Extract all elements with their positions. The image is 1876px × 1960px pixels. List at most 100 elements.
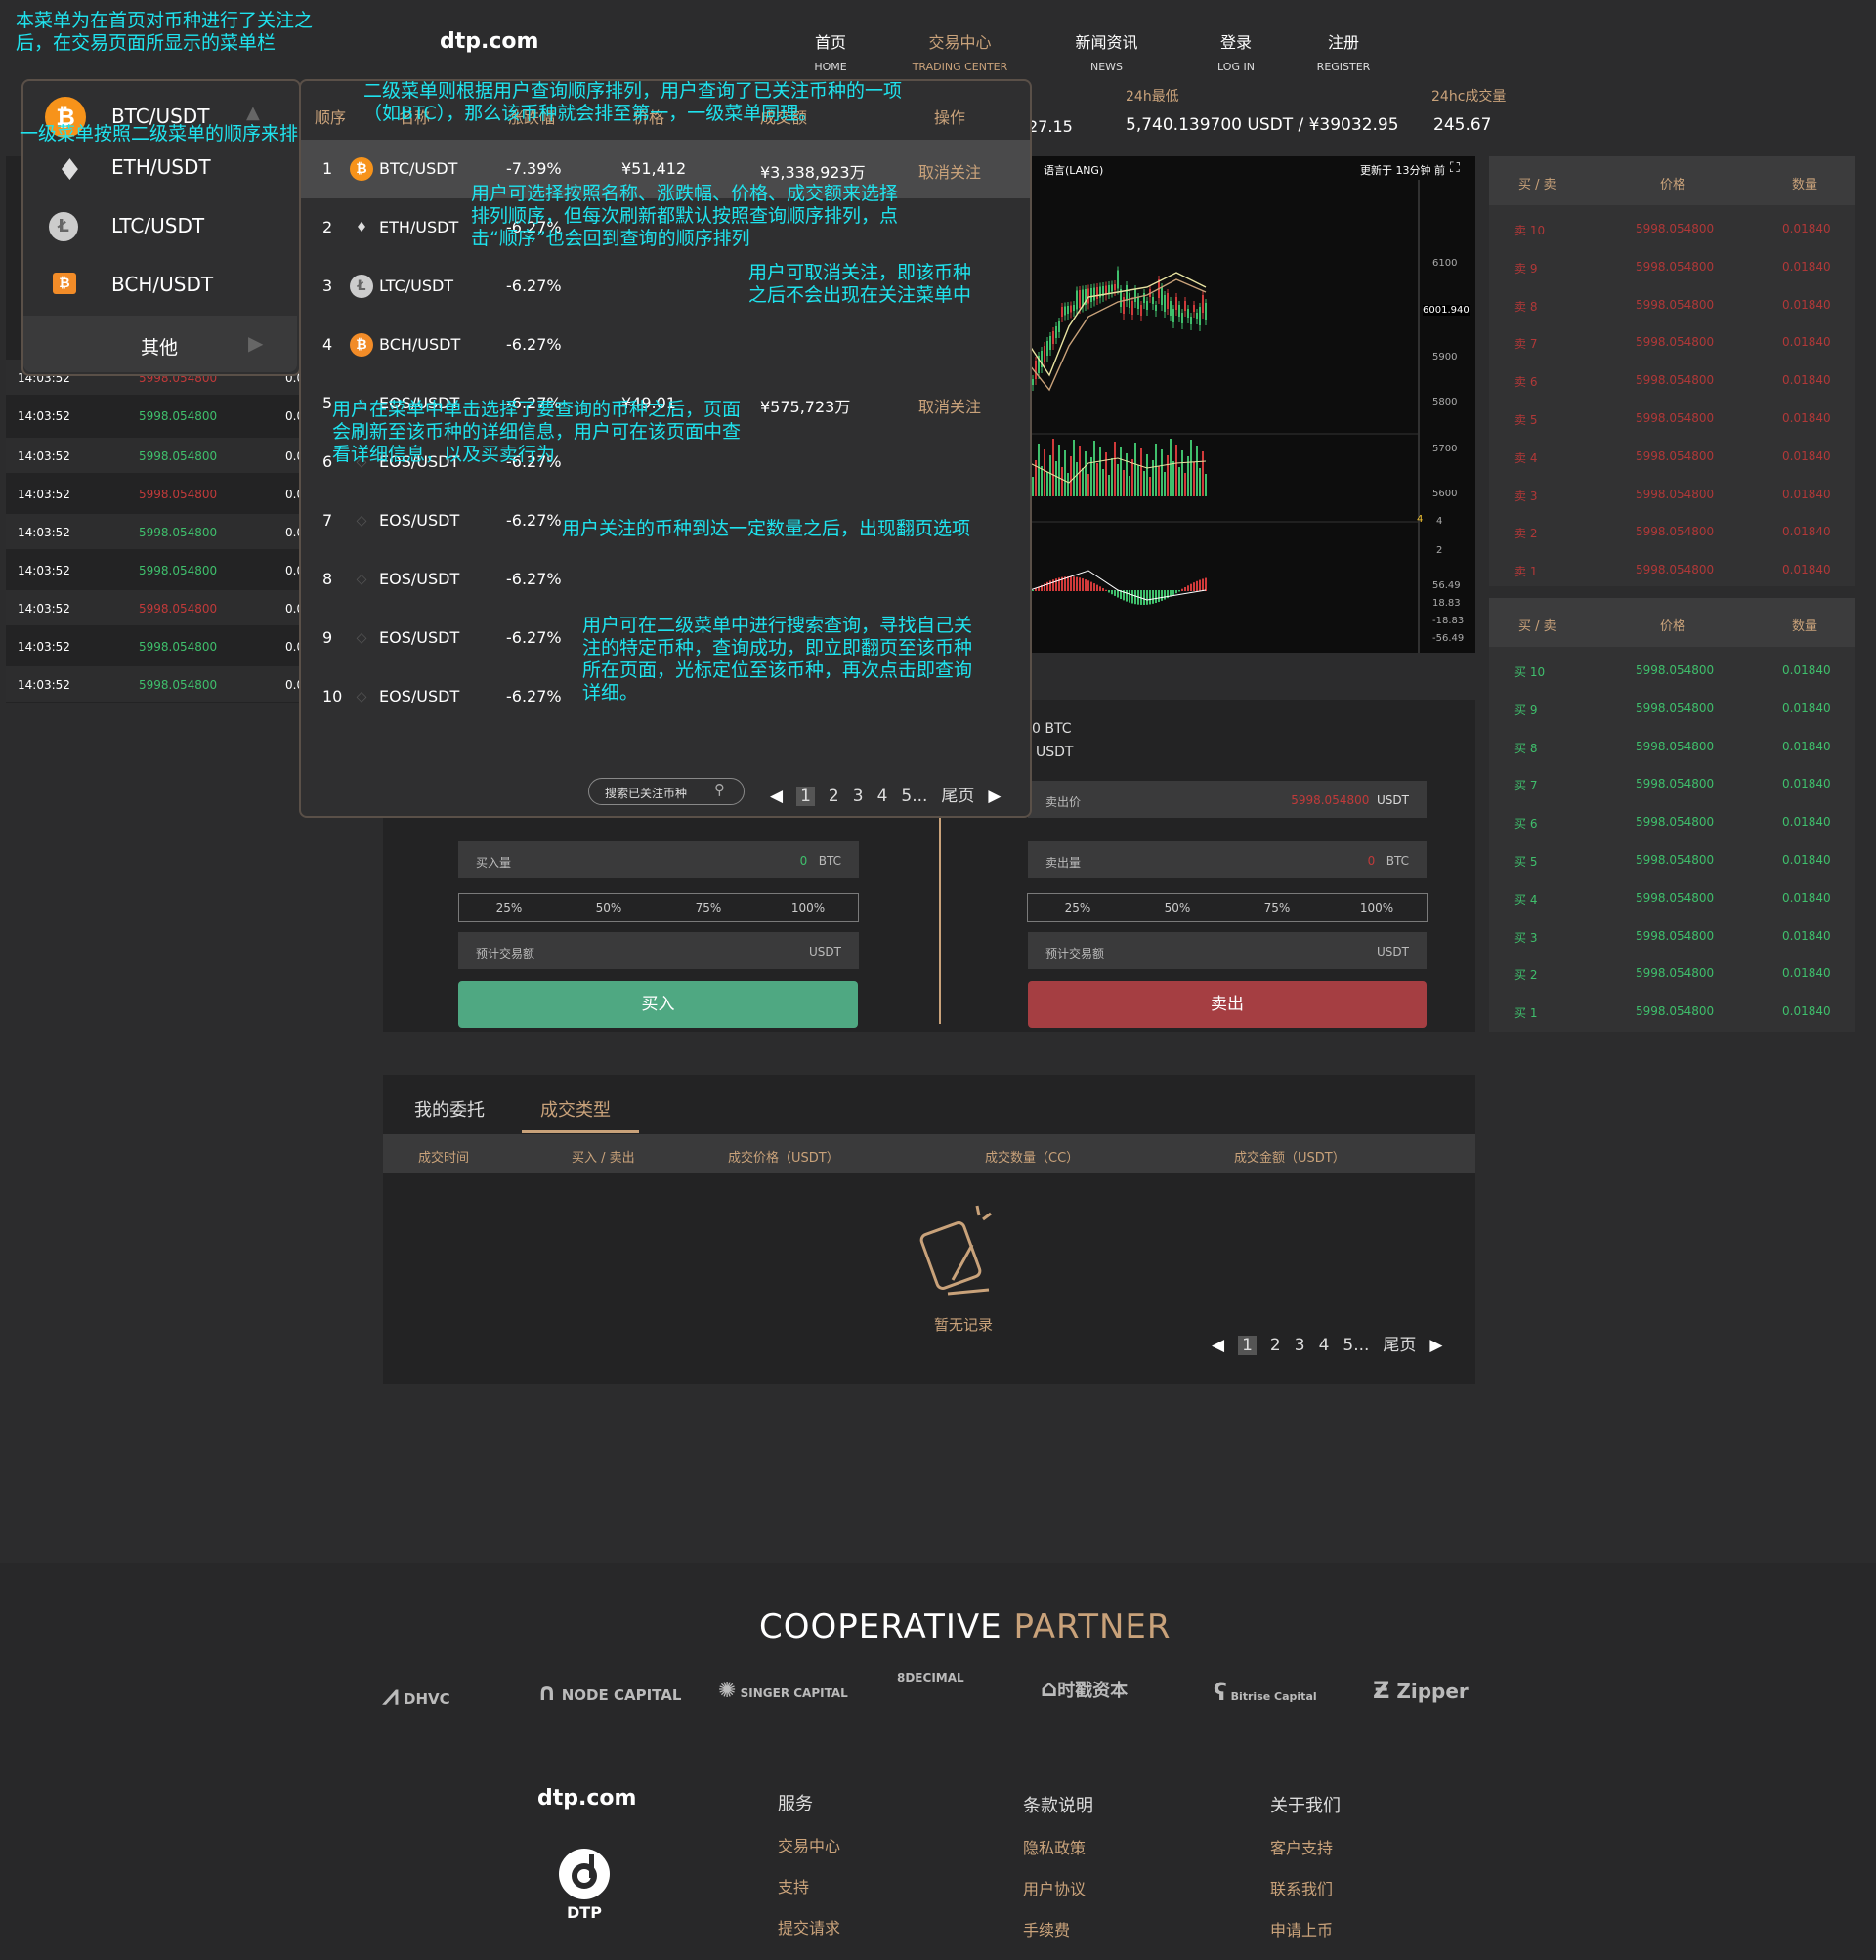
pager-prev-icon[interactable]: ◀ [1212,1336,1224,1355]
pager-next-icon[interactable]: ▶ [1429,1336,1442,1355]
collapse-arrow-icon[interactable]: ▲ [246,103,260,123]
sell-button[interactable]: 卖出 [1028,981,1427,1028]
m2-prev-icon[interactable]: ◀ [770,787,783,806]
orderbook-row[interactable]: 卖 5 5998.054800 0.01840 [1489,398,1855,435]
orderbook-row[interactable]: 卖 2 5998.054800 0.01840 [1489,511,1855,548]
unfollow-link[interactable]: 取消关注 [918,394,981,417]
footer-logo[interactable]: dtp.com [537,1786,636,1811]
buy-pct-100[interactable]: 100% [758,894,858,921]
partner-timestamp[interactable]: ⌂时戳资本 [1041,1675,1128,1702]
partner-zipper[interactable]: Ƶ Zipper [1373,1677,1469,1704]
sell-pct-50[interactable]: 50% [1128,894,1227,921]
buy-pct-25[interactable]: 25% [459,894,559,921]
footer-link-customer[interactable]: 客户支持 [1270,1835,1341,1858]
pager-page-1[interactable]: 1 [1238,1336,1257,1355]
sell-estimate-field[interactable]: 预计交易额 USDT [1028,932,1427,969]
partner-singer[interactable]: ✺ SINGER CAPITAL [718,1679,848,1703]
orderbook-row[interactable]: 买 3 5998.054800 0.01840 [1489,916,1855,953]
unfollow-link[interactable]: 取消关注 [918,159,981,183]
footer-link-privacy[interactable]: 隐私政策 [1023,1835,1093,1858]
volume-bar [1170,439,1172,496]
trade-row: 14:03:52 5998.054800 0.0 [6,438,304,473]
partner-node[interactable]: ∩ NODE CAPITAL [537,1679,681,1706]
sell-amount-field[interactable]: 卖出量 0 BTC [1028,841,1427,878]
orderbook-row[interactable]: 卖 4 5998.054800 0.01840 [1489,436,1855,473]
orderbook-row[interactable]: 买 6 5998.054800 0.01840 [1489,801,1855,838]
tab-trade-type[interactable]: 成交类型 [540,1096,611,1122]
m2-page-1[interactable]: 1 [796,787,815,806]
m2-page-2[interactable]: 2 [829,787,839,806]
footer-link-agreement[interactable]: 用户协议 [1023,1876,1093,1899]
followed-search-input[interactable]: 搜索已关注币种 ⚲ [588,778,745,805]
partner-dhvc[interactable]: ⩘ DHVC [383,1679,450,1712]
pager-page-3[interactable]: 3 [1295,1336,1305,1355]
nav-register[interactable]: 注册 REGISTER [1304,29,1383,73]
m2-page-4[interactable]: 4 [877,787,888,806]
orderbook-row[interactable]: 卖 10 5998.054800 0.01840 [1489,208,1855,245]
m2-page-3[interactable]: 3 [853,787,864,806]
m2-h-order[interactable]: 顺序 [315,105,346,128]
orderbook-row[interactable]: 卖 1 5998.054800 0.01840 [1489,549,1855,586]
orderbook-row[interactable]: 买 8 5998.054800 0.01840 [1489,726,1855,763]
footer-link-contact[interactable]: 联系我们 [1270,1876,1341,1899]
footer-link-trading[interactable]: 交易中心 [778,1833,840,1856]
pager-page-2[interactable]: 2 [1270,1336,1281,1355]
menu1-other[interactable]: 其他 ▶ [23,316,297,372]
pager-last[interactable]: 尾页 [1383,1336,1416,1355]
buy-pct-75[interactable]: 75% [659,894,758,921]
candle [1105,285,1107,295]
nav-news[interactable]: 新闻资讯 NEWS [1065,29,1148,73]
nav-login[interactable]: 登录 LOG IN [1197,29,1275,73]
buy-pct-50[interactable]: 50% [559,894,659,921]
m2-next-icon[interactable]: ▶ [988,787,1001,806]
pager-page-5[interactable]: 5... [1343,1336,1369,1355]
sell-pct-75[interactable]: 75% [1227,894,1327,921]
header-logo[interactable]: dtp.com [440,29,538,54]
partner-bitrise[interactable]: ʕ Bitrise Capital [1214,1679,1317,1706]
partner-8decimal[interactable]: 8DECIMAL [897,1671,964,1684]
expand-arrow-icon[interactable]: ▶ [248,331,263,355]
nav-trading-center[interactable]: 交易中心 TRADING CENTER [899,29,1021,73]
followed-coin-row[interactable]: 4 ₿ BCH/USDT -6.27% [301,316,1030,374]
orderbook-row[interactable]: 卖 6 5998.054800 0.01840 [1489,360,1855,397]
orderbook-row[interactable]: 买 7 5998.054800 0.01840 [1489,763,1855,800]
menu1-label-eth: ETH/USDT [111,155,211,179]
sell-pct-25[interactable]: 25% [1028,894,1128,921]
chart-lang[interactable]: 语言(LANG) [1044,162,1103,178]
followed-coin-row[interactable]: 8 ◇ EOS/USDT -6.27% [301,550,1030,609]
fullscreen-icon[interactable]: ⛶ [1450,160,1460,176]
footer-link-support[interactable]: 支持 [778,1874,840,1897]
kline-chart[interactable]: 语言(LANG) 更新于 13分钟 前 ⛶ 6100 6001.940 5900 58… [1030,156,1475,653]
orderbook-row[interactable]: 卖 3 5998.054800 0.01840 [1489,474,1855,511]
menu1-item-eth[interactable]: ♦ ETH/USDT [23,146,297,202]
buy-percent-selector[interactable]: 25% 50% 75% 100% [458,893,859,922]
m2-page-5[interactable]: 5... [901,787,927,806]
m2-last[interactable]: 尾页 [941,787,974,806]
orderbook-row[interactable]: 买 9 5998.054800 0.01840 [1489,688,1855,725]
tab-my-orders[interactable]: 我的委托 [414,1096,485,1122]
pager-page-4[interactable]: 4 [1319,1336,1330,1355]
footer-link-fees[interactable]: 手续费 [1023,1917,1093,1940]
sell-amount-num: 0 [1367,854,1376,868]
sell-pct-100[interactable]: 100% [1327,894,1427,921]
menu1-item-ltc[interactable]: Ł LTC/USDT [23,202,297,259]
nav-home[interactable]: 首页 HOME [791,29,870,73]
orderbook-row[interactable]: 买 5 5998.054800 0.01840 [1489,839,1855,876]
sell-percent-selector[interactable]: 25% 50% 75% 100% [1027,893,1428,922]
buy-button[interactable]: 买入 [458,981,858,1028]
orderbook-row[interactable]: 卖 8 5998.054800 0.01840 [1489,284,1855,321]
search-icon[interactable]: ⚲ [714,781,725,798]
orderbook-row[interactable]: 买 1 5998.054800 0.01840 [1489,991,1855,1028]
footer-link-request[interactable]: 提交请求 [778,1915,840,1939]
menu1-item-bch[interactable]: ₿ BCH/USDT [23,259,297,316]
orderbook-row[interactable]: 卖 7 5998.054800 0.01840 [1489,321,1855,359]
buy-estimate-field[interactable]: 预计交易额 USDT [458,932,859,969]
buy-amount-field[interactable]: 买入量 0 BTC [458,841,859,878]
macd-bar [1184,586,1186,591]
footer-link-listing[interactable]: 申请上币 [1270,1917,1341,1940]
orderbook-row[interactable]: 买 10 5998.054800 0.01840 [1489,650,1855,687]
orderbook-row[interactable]: 买 2 5998.054800 0.01840 [1489,953,1855,990]
sell-price-field[interactable]: 卖出价 5998.054800 USDT [1028,781,1427,818]
orderbook-row[interactable]: 卖 9 5998.054800 0.01840 [1489,246,1855,283]
orderbook-row[interactable]: 买 4 5998.054800 0.01840 [1489,877,1855,915]
